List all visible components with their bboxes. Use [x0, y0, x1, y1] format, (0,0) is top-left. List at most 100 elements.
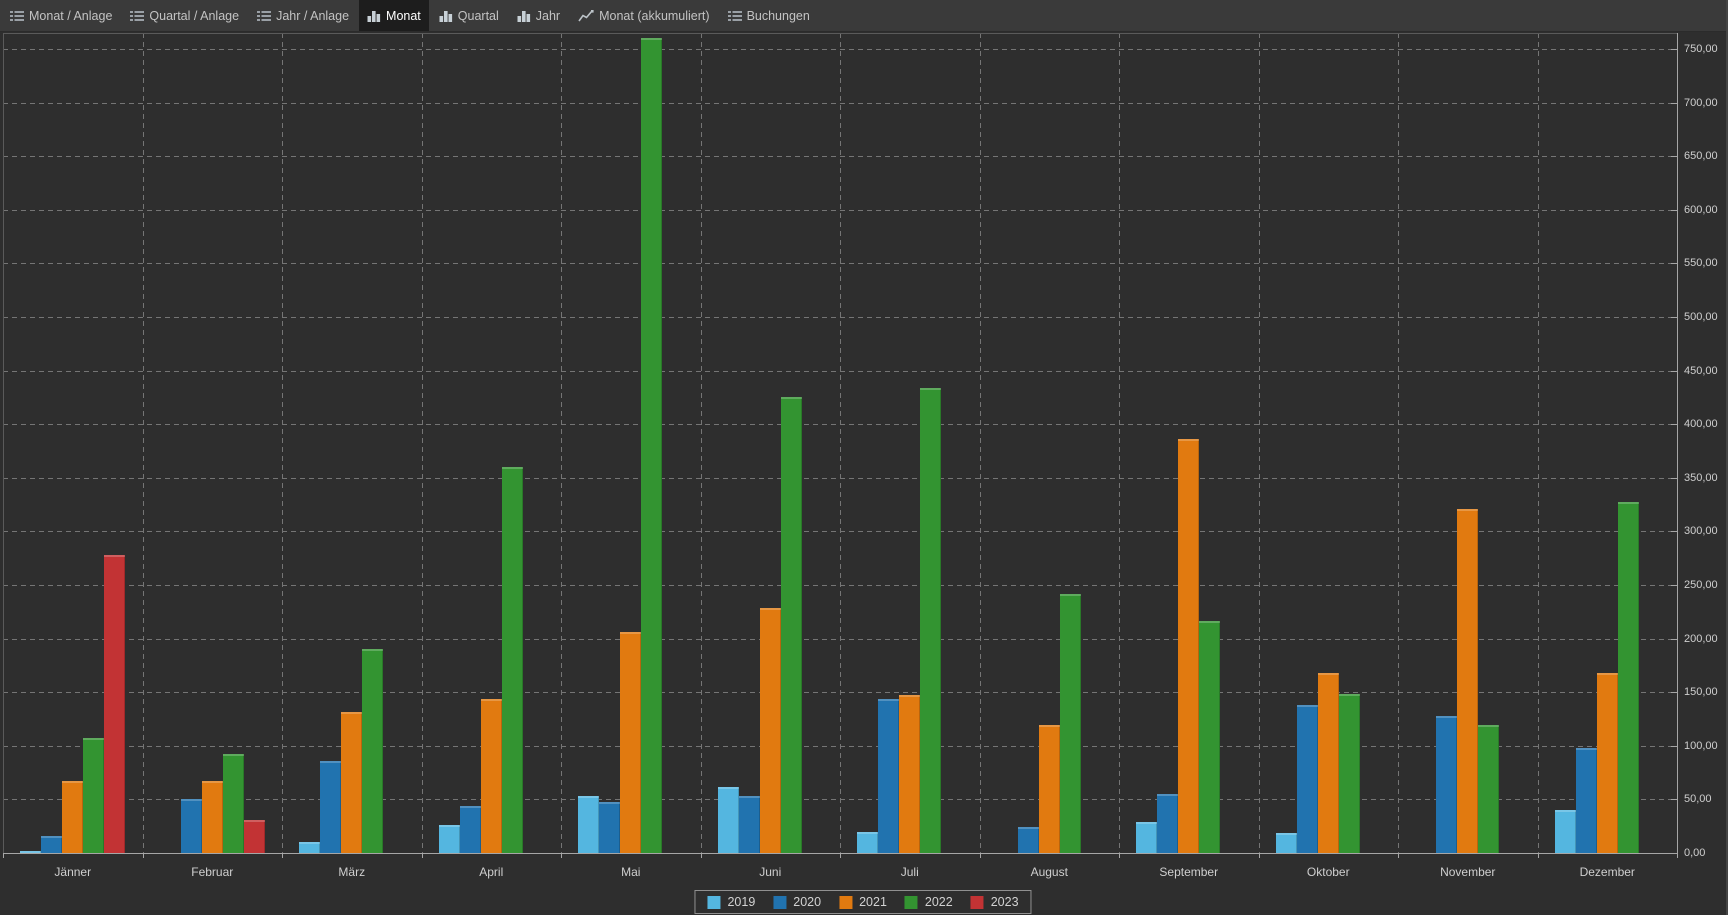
toolbar-item-label: Monat (akkumuliert) [599, 9, 709, 23]
legend-item-2022[interactable]: 2022 [905, 895, 953, 909]
toolbar-item-jahr-anlage[interactable]: Jahr / Anlage [249, 0, 357, 31]
toolbar-item-monat-anlage[interactable]: Monat / Anlage [2, 0, 120, 31]
v-gridline [840, 33, 841, 853]
category-label: September [1124, 865, 1254, 879]
value-axis-tick [1671, 210, 1677, 211]
bar-2020-maerz[interactable] [320, 761, 341, 853]
bar-2020-juni[interactable] [739, 796, 760, 853]
legend-item-2019[interactable]: 2019 [707, 895, 755, 909]
bar-2023-jaenner[interactable] [104, 555, 125, 853]
bar-2020-november[interactable] [1436, 716, 1457, 853]
legend-item-2021[interactable]: 2021 [839, 895, 887, 909]
toolbar-item-quartal-anlage[interactable]: Quartal / Anlage [122, 0, 247, 31]
bar-2022-maerz[interactable] [362, 649, 383, 853]
bar-2022-juni[interactable] [781, 397, 802, 853]
legend-swatch-2022 [905, 896, 918, 909]
bar-2022-april[interactable] [502, 467, 523, 853]
toolbar-item-quartal[interactable]: Quartal [431, 0, 507, 31]
value-axis-tick [1671, 263, 1677, 264]
value-axis-label: 650,00 [1684, 150, 1718, 163]
bar-2021-oktober[interactable] [1318, 673, 1339, 853]
value-axis-label: 100,00 [1684, 740, 1718, 753]
bar-2022-november[interactable] [1478, 725, 1499, 853]
v-gridline [422, 33, 423, 853]
bar-2020-april[interactable] [460, 806, 481, 853]
toolbar-item-label: Monat [386, 9, 421, 23]
value-axis-tick [1671, 692, 1677, 693]
bar-2019-mai[interactable] [578, 796, 599, 853]
bar-2022-februar[interactable] [223, 754, 244, 853]
value-axis-label: 50,00 [1684, 793, 1712, 806]
toolbar-item-monat-akkumuliert[interactable]: Monat (akkumuliert) [570, 0, 717, 31]
bar-2022-september[interactable] [1199, 621, 1220, 853]
legend-item-2020[interactable]: 2020 [773, 895, 821, 909]
category-label: November [1403, 865, 1533, 879]
bar-2021-april[interactable] [481, 699, 502, 853]
category-label: März [287, 865, 417, 879]
bar-2019-jaenner[interactable] [20, 851, 41, 853]
category-label: Oktober [1263, 865, 1393, 879]
v-gridline [143, 33, 144, 853]
value-axis-label: 700,00 [1684, 97, 1718, 110]
category-axis-tick [282, 853, 283, 858]
bar-2023-februar[interactable] [244, 820, 265, 853]
bar-2020-august[interactable] [1018, 827, 1039, 853]
bar-2019-maerz[interactable] [299, 842, 320, 853]
category-label: April [426, 865, 556, 879]
bar-2019-dezember[interactable] [1555, 810, 1576, 853]
toolbar-item-label: Monat / Anlage [29, 9, 112, 23]
bar-2019-juni[interactable] [718, 787, 739, 853]
legend-item-2023[interactable]: 2023 [971, 895, 1019, 909]
value-axis-line [1677, 33, 1678, 854]
value-axis-label: 600,00 [1684, 204, 1718, 217]
bar-2021-august[interactable] [1039, 725, 1060, 853]
value-axis-tick [1671, 424, 1677, 425]
bar-2021-dezember[interactable] [1597, 673, 1618, 853]
toolbar-item-buchungen[interactable]: Buchungen [720, 0, 818, 31]
list-icon [257, 10, 271, 22]
bar-2020-mai[interactable] [599, 802, 620, 853]
category-label: Dezember [1542, 865, 1672, 879]
v-gridline [561, 33, 562, 853]
bar-2021-september[interactable] [1178, 439, 1199, 853]
bar-2020-oktober[interactable] [1297, 705, 1318, 853]
bar-2019-oktober[interactable] [1276, 833, 1297, 853]
bar-2020-februar[interactable] [181, 799, 202, 853]
plot-left-border [3, 33, 4, 853]
bar-2022-juli[interactable] [920, 388, 941, 853]
toolbar-item-monat[interactable]: Monat [359, 0, 429, 31]
category-axis-tick [1119, 853, 1120, 858]
bar-2019-juli[interactable] [857, 832, 878, 853]
bar-2021-juli[interactable] [899, 695, 920, 853]
bar-2020-jaenner[interactable] [41, 836, 62, 853]
category-axis-tick [422, 853, 423, 858]
bar-2020-juli[interactable] [878, 699, 899, 853]
bar-2020-september[interactable] [1157, 794, 1178, 853]
application-window: Monat / Anlage Quartal / Anlage Jahr / Anl… [0, 0, 1728, 915]
category-axis-tick [840, 853, 841, 858]
bar-2022-dezember[interactable] [1618, 502, 1639, 853]
value-axis-tick [1671, 639, 1677, 640]
bar-2019-april[interactable] [439, 825, 460, 853]
bar-2022-oktober[interactable] [1339, 694, 1360, 853]
value-axis-label: 200,00 [1684, 633, 1718, 646]
value-axis-tick [1671, 317, 1677, 318]
category-axis-tick [3, 853, 4, 858]
toolbar-item-label: Jahr / Anlage [276, 9, 349, 23]
bar-2021-maerz[interactable] [341, 712, 362, 853]
bar-2021-mai[interactable] [620, 632, 641, 853]
bar-2021-juni[interactable] [760, 608, 781, 853]
bar-2021-november[interactable] [1457, 509, 1478, 853]
bar-2020-dezember[interactable] [1576, 748, 1597, 853]
bar-2022-august[interactable] [1060, 594, 1081, 853]
toolbar-item-jahr[interactable]: Jahr [509, 0, 568, 31]
bar-2022-jaenner[interactable] [83, 738, 104, 853]
category-axis-tick [980, 853, 981, 858]
bar-2022-mai[interactable] [641, 38, 662, 853]
bar-2021-jaenner[interactable] [62, 781, 83, 853]
toolbar-item-label: Quartal / Anlage [149, 9, 239, 23]
bar-2021-februar[interactable] [202, 781, 223, 853]
v-gridline [1398, 33, 1399, 853]
bar-2019-september[interactable] [1136, 822, 1157, 853]
v-gridline [282, 33, 283, 853]
